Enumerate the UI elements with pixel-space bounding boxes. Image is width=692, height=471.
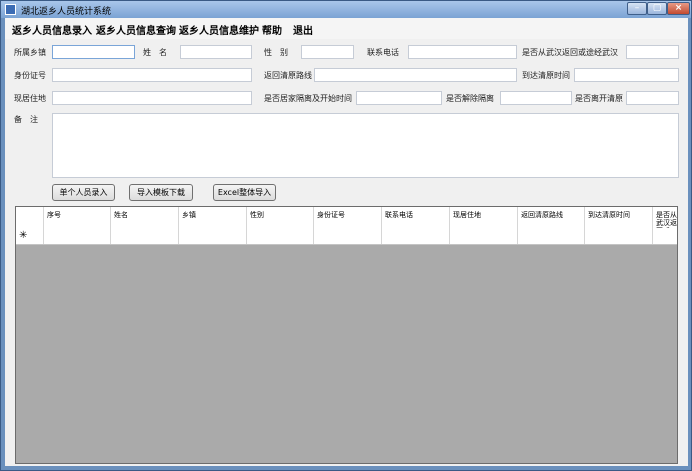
grid-corner-cell[interactable] bbox=[16, 207, 44, 228]
column-header[interactable]: 序号 bbox=[44, 207, 111, 228]
from-wuhan-input[interactable] bbox=[626, 45, 679, 59]
grid-cell[interactable] bbox=[518, 228, 585, 244]
title-bar[interactable]: 湖北返乡人员统计系统 – ▢ × bbox=[1, 1, 691, 18]
menu-help[interactable]: 帮助 bbox=[262, 22, 282, 37]
new-row-icon: ✳ bbox=[19, 230, 28, 241]
menu-bar: 返乡人员信息录入 返乡人员信息查询 返乡人员信息维护 帮助 退出 bbox=[5, 18, 688, 39]
gender-label: 性 别 bbox=[264, 48, 288, 57]
column-header[interactable]: 性别 bbox=[247, 207, 314, 228]
grid-cell[interactable] bbox=[247, 228, 314, 244]
grid-cell[interactable] bbox=[585, 228, 653, 244]
client-area: 返乡人员信息录入 返乡人员信息查询 返乡人员信息维护 帮助 退出 所属乡镇 姓 … bbox=[5, 18, 688, 466]
app-window: 湖北返乡人员统计系统 – ▢ × 返乡人员信息录入 返乡人员信息查询 返乡人员信… bbox=[0, 0, 692, 471]
hometown-label: 所属乡镇 bbox=[14, 48, 46, 57]
single-entry-button[interactable]: 单个人员录入 bbox=[52, 184, 115, 201]
name-label: 姓 名 bbox=[143, 48, 167, 57]
return-route-label: 返回清原路线 bbox=[264, 71, 312, 80]
left-qingyuan-label: 是否离开清原 bbox=[575, 94, 623, 103]
grid-header: 序号 姓名 乡镇 性别 身份证号 联系电话 现居住地 返回清原路线 到达清原时间… bbox=[16, 207, 677, 229]
menu-exit[interactable]: 退出 bbox=[293, 22, 313, 37]
hometown-input[interactable] bbox=[52, 45, 135, 59]
row-header[interactable]: ✳ bbox=[16, 228, 44, 244]
template-download-button[interactable]: 导入模板下载 bbox=[129, 184, 193, 201]
id-number-label: 身份证号 bbox=[14, 71, 46, 80]
column-header[interactable]: 现居住地 bbox=[450, 207, 518, 228]
quarantine-lifted-label: 是否解除隔离 bbox=[446, 94, 494, 103]
current-address-input[interactable] bbox=[52, 91, 252, 105]
phone-input[interactable] bbox=[408, 45, 517, 59]
quarantine-lifted-input[interactable] bbox=[500, 91, 572, 105]
column-header[interactable]: 身份证号 bbox=[314, 207, 382, 228]
column-header[interactable]: 到达清原时间 bbox=[585, 207, 653, 228]
menu-entry[interactable]: 返乡人员信息录入 bbox=[12, 22, 92, 37]
home-quarantine-label: 是否居家隔离及开始时间 bbox=[264, 94, 352, 103]
app-icon bbox=[5, 4, 16, 15]
grid-cell[interactable] bbox=[111, 228, 179, 244]
return-route-input[interactable] bbox=[314, 68, 517, 82]
column-header[interactable]: 姓名 bbox=[111, 207, 179, 228]
from-wuhan-label: 是否从武汉返回或途经武汉 bbox=[522, 48, 618, 57]
column-header[interactable]: 联系电话 bbox=[382, 207, 450, 228]
window-title: 湖北返乡人员统计系统 bbox=[21, 7, 112, 17]
close-button[interactable]: × bbox=[667, 2, 690, 15]
id-number-input[interactable] bbox=[52, 68, 252, 82]
grid-cell[interactable] bbox=[179, 228, 247, 244]
column-header[interactable]: 返回清原路线 bbox=[518, 207, 585, 228]
column-header[interactable]: 乡镇 bbox=[179, 207, 247, 228]
grid-cell[interactable] bbox=[382, 228, 450, 244]
name-input[interactable] bbox=[180, 45, 252, 59]
data-grid[interactable]: 序号 姓名 乡镇 性别 身份证号 联系电话 现居住地 返回清原路线 到达清原时间… bbox=[15, 206, 678, 464]
arrival-time-input[interactable] bbox=[574, 68, 679, 82]
grid-cell[interactable] bbox=[653, 228, 677, 244]
notes-textarea[interactable] bbox=[52, 113, 679, 178]
grid-cell[interactable] bbox=[450, 228, 518, 244]
arrival-time-label: 到达清原时间 bbox=[522, 71, 570, 80]
grid-cell[interactable] bbox=[314, 228, 382, 244]
phone-label: 联系电话 bbox=[367, 48, 399, 57]
menu-query[interactable]: 返乡人员信息查询 bbox=[96, 22, 176, 37]
new-row[interactable]: ✳ bbox=[16, 228, 677, 245]
notes-label: 备 注 bbox=[14, 115, 38, 124]
home-quarantine-input[interactable] bbox=[356, 91, 442, 105]
minimize-button[interactable]: – bbox=[627, 2, 647, 15]
maximize-button[interactable]: ▢ bbox=[647, 2, 667, 15]
excel-import-button[interactable]: Excel整体导入 bbox=[213, 184, 276, 201]
column-header[interactable]: 是否从武汉返回或 bbox=[653, 207, 677, 228]
gender-input[interactable] bbox=[301, 45, 354, 59]
grid-cell[interactable] bbox=[44, 228, 111, 244]
left-qingyuan-input[interactable] bbox=[626, 91, 679, 105]
menu-maintenance[interactable]: 返乡人员信息维护 bbox=[179, 22, 259, 37]
current-address-label: 现居住地 bbox=[14, 94, 46, 103]
